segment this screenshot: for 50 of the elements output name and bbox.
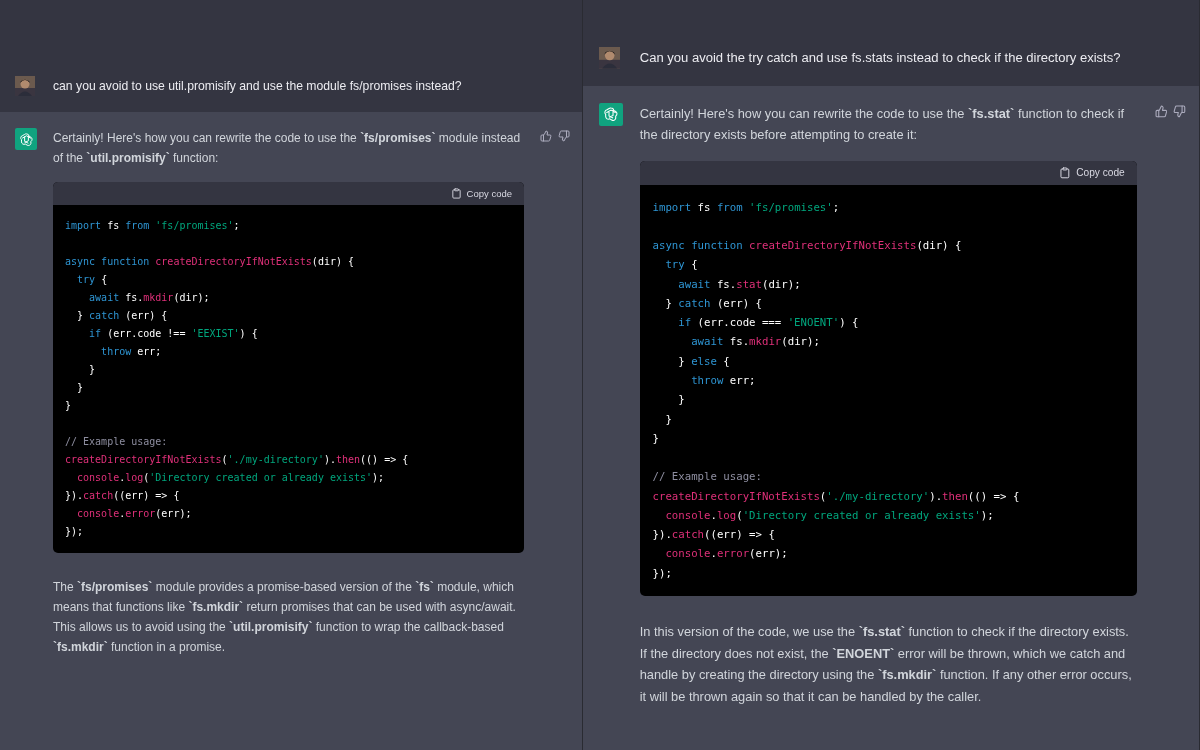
code-line: console.error(err); [664, 546, 789, 563]
assistant-message: In this version of the code, we use the `fs.stat` function to check if the directory exists. If the directory does not exist, the `ENOENT` error will be thrown, which we catch and handle by creating the directory using the `fs.mkdir` function. If any other error occurs, it will be thrown again so that it can be handled by the caller. [639, 623, 1133, 706]
code-line: }); [65, 525, 85, 539]
thumbs-up-icon[interactable] [1154, 104, 1168, 118]
code-line: } [664, 411, 673, 428]
code-line: async function createDirectoryIfNotExists(dir) { [652, 238, 963, 255]
code-line: try { [664, 257, 699, 274]
code-line: }); [652, 565, 673, 582]
clipboard-icon [1059, 166, 1072, 179]
logo-icon [15, 128, 37, 150]
code-line: } [76, 381, 85, 395]
copy-code-button[interactable]: Copy code [1057, 164, 1127, 181]
thumbs-down-icon[interactable] [1173, 104, 1187, 118]
code-line: createDirectoryIfNotExists('./my-directory').then(() => { [65, 453, 410, 467]
user-message: Can you avoid the try catch and use fs.stats instead to check if the directory exists? [639, 50, 1121, 66]
code-line: } [88, 363, 97, 377]
clipboard-icon [450, 188, 462, 199]
code-line: } [65, 399, 73, 413]
copy-code-button[interactable]: Copy code [448, 186, 515, 201]
assistant-message: Certainly! Here's how you can rewrite the code to use the `fs/promises` module instead of the `util.promisify` function: [53, 130, 522, 167]
code-line: }).catch((err) => { [65, 489, 181, 503]
code-line: await fs.mkdir(dir); [690, 334, 821, 351]
assistant-message: Certainly! Here's how you can rewrite the code to use the `fs.stat` function to check if the directory exists before attempting to create it: [639, 104, 1126, 145]
code-line: // Example usage: [65, 435, 169, 449]
code-line: await fs.stat(dir); [677, 276, 802, 293]
code-line: if (err.code !== 'EEXIST') { [88, 327, 259, 341]
code-line: } catch (err) { [76, 309, 169, 323]
thumbs-down-icon[interactable] [558, 130, 571, 142]
code-line: } [677, 392, 686, 409]
code-line: console.log('Directory created or already exists'); [664, 507, 995, 524]
code-line: throw err; [690, 373, 757, 389]
code-line: await fs.mkdir(dir); [88, 291, 211, 305]
thumbs-up-icon[interactable] [540, 130, 553, 142]
code-line: async function createDirectoryIfNotExists(dir) { [65, 255, 355, 269]
code-line: console.log('Directory created or already exists'); [76, 471, 386, 485]
code-line: }).catch((err) => { [652, 527, 776, 544]
logo-icon [599, 102, 623, 127]
code-line: } else { [677, 353, 731, 370]
code-line: } [652, 430, 660, 447]
code-line: createDirectoryIfNotExists('./my-directory').then(() => { [652, 488, 1021, 505]
code-line: throw err; [100, 345, 163, 359]
code-line: } catch (err) { [664, 295, 763, 312]
code-line: import fs from 'fs/promises'; [65, 219, 241, 233]
code-line: // Example usage: [652, 469, 763, 486]
code-line: console.error(err); [76, 507, 193, 521]
code-line: import fs from 'fs/promises'; [652, 199, 841, 216]
code-line: if (err.code === 'ENOENT') { [677, 315, 860, 332]
code-line: try { [76, 273, 109, 287]
user-message: can you avoid to use util.promisify and use the module fs/promises instead? [53, 79, 462, 93]
assistant-message: The `fs/promises` module provides a promise-based version of the `fs` module, which means that functions like `fs.mkdir` return promises that can be used with async/await. This allows us to avoid using the `util.promisify` function to wrap the callback-based `fs.mkdir` function in a promise. [53, 579, 517, 656]
